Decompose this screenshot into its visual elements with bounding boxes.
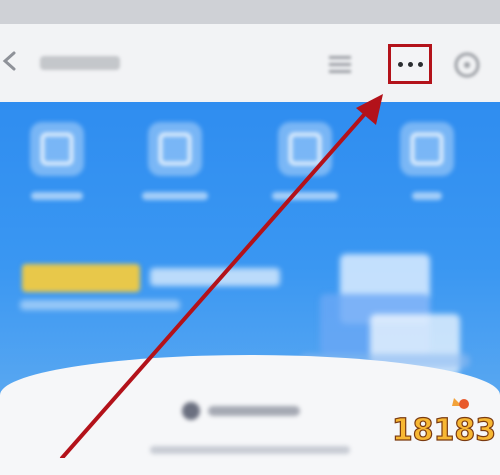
feature-item-4[interactable] <box>392 122 462 200</box>
promo-badge <box>22 264 140 292</box>
promo-text <box>150 268 280 286</box>
watermark-text: 18183 <box>392 413 496 448</box>
feature-item-3[interactable] <box>270 122 340 200</box>
feature-tile-2 <box>148 122 202 176</box>
close-icon[interactable] <box>452 50 482 80</box>
feature-label-1 <box>31 192 83 200</box>
footer-entry-icon <box>182 402 200 420</box>
page-title <box>40 56 130 72</box>
footer-entry-label <box>208 406 300 416</box>
feature-item-1[interactable] <box>22 122 92 200</box>
feature-label-3 <box>272 192 338 200</box>
feature-label-2 <box>142 192 208 200</box>
feature-tile-3 <box>278 122 332 176</box>
feature-tile-4 <box>400 122 454 176</box>
menu-icon[interactable] <box>326 52 354 78</box>
status-bar <box>0 0 500 24</box>
feature-item-2[interactable] <box>140 122 210 200</box>
footer-text <box>150 446 350 454</box>
footer-entry[interactable] <box>178 398 308 422</box>
promo-subtext <box>20 300 180 310</box>
page-title-text <box>40 56 120 70</box>
feature-tile-1 <box>30 122 84 176</box>
watermark-logo: 18183 <box>392 398 496 449</box>
more-button[interactable] <box>388 44 432 84</box>
feature-label-4 <box>412 192 442 200</box>
more-icon <box>397 61 423 67</box>
back-icon[interactable] <box>0 50 18 72</box>
